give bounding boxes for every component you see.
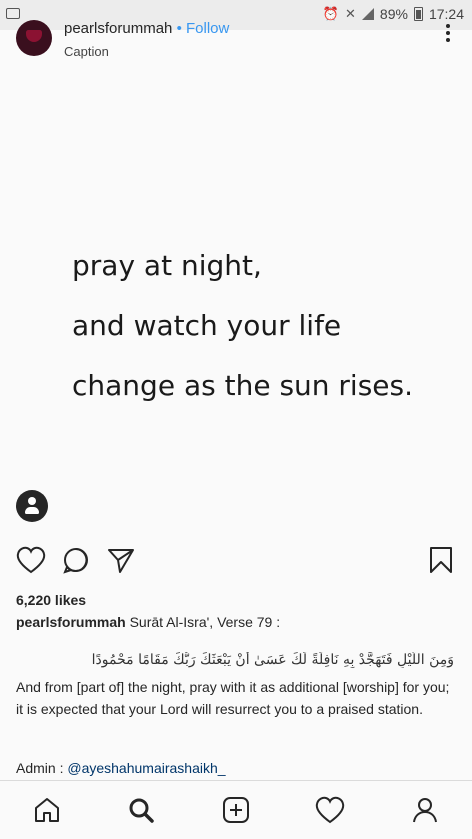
home-icon[interactable] — [32, 795, 62, 825]
paper-plane-icon[interactable] — [106, 546, 136, 579]
post-image-text: pray at night, and watch your life chang… — [72, 236, 413, 416]
quote-line: change as the sun rises. — [72, 369, 414, 402]
search-icon[interactable] — [126, 795, 156, 825]
more-options-icon[interactable] — [446, 24, 450, 42]
caption-text: Surāt Al-Isra', Verse 79 : — [129, 614, 281, 630]
quote-line: and watch your life — [72, 309, 342, 342]
username-text[interactable]: pearlsforummah — [64, 20, 172, 37]
admin-line: Admin : @ayeshahumairashaikh_ — [16, 760, 226, 776]
caption: pearlsforummah Surāt Al-Isra', Verse 79 … — [16, 614, 280, 630]
heart-icon[interactable] — [16, 546, 46, 579]
add-post-icon[interactable] — [221, 795, 251, 825]
action-bar — [0, 546, 472, 582]
comment-icon[interactable] — [62, 546, 90, 579]
activity-heart-icon[interactable] — [315, 795, 345, 825]
verse-translation: And from [part of] the night, pray with … — [16, 679, 450, 717]
follow-button[interactable]: • Follow — [177, 20, 230, 37]
avatar[interactable] — [16, 20, 52, 56]
bookmark-icon[interactable] — [428, 546, 454, 579]
admin-label: Admin : — [16, 760, 64, 776]
admin-mention-link[interactable]: @ayeshahumairashaikh_ — [67, 760, 225, 776]
caption-label: Caption — [64, 44, 109, 59]
arabic-verse: وَمِنَ اللَّيْلِ فَتَهَجَّدْ بِهِ نَافِل… — [91, 652, 454, 668]
post-username[interactable]: pearlsforummah • Follow — [64, 20, 229, 37]
quote-line: pray at night, — [72, 249, 262, 282]
post-header: pearlsforummah • Follow Caption — [0, 14, 472, 70]
likes-count[interactable]: 6,220 likes — [16, 592, 86, 608]
caption-username[interactable]: pearlsforummah — [16, 614, 126, 630]
tagged-people-icon[interactable] — [16, 490, 48, 522]
profile-icon[interactable] — [410, 795, 440, 825]
bottom-navigation — [0, 780, 472, 839]
